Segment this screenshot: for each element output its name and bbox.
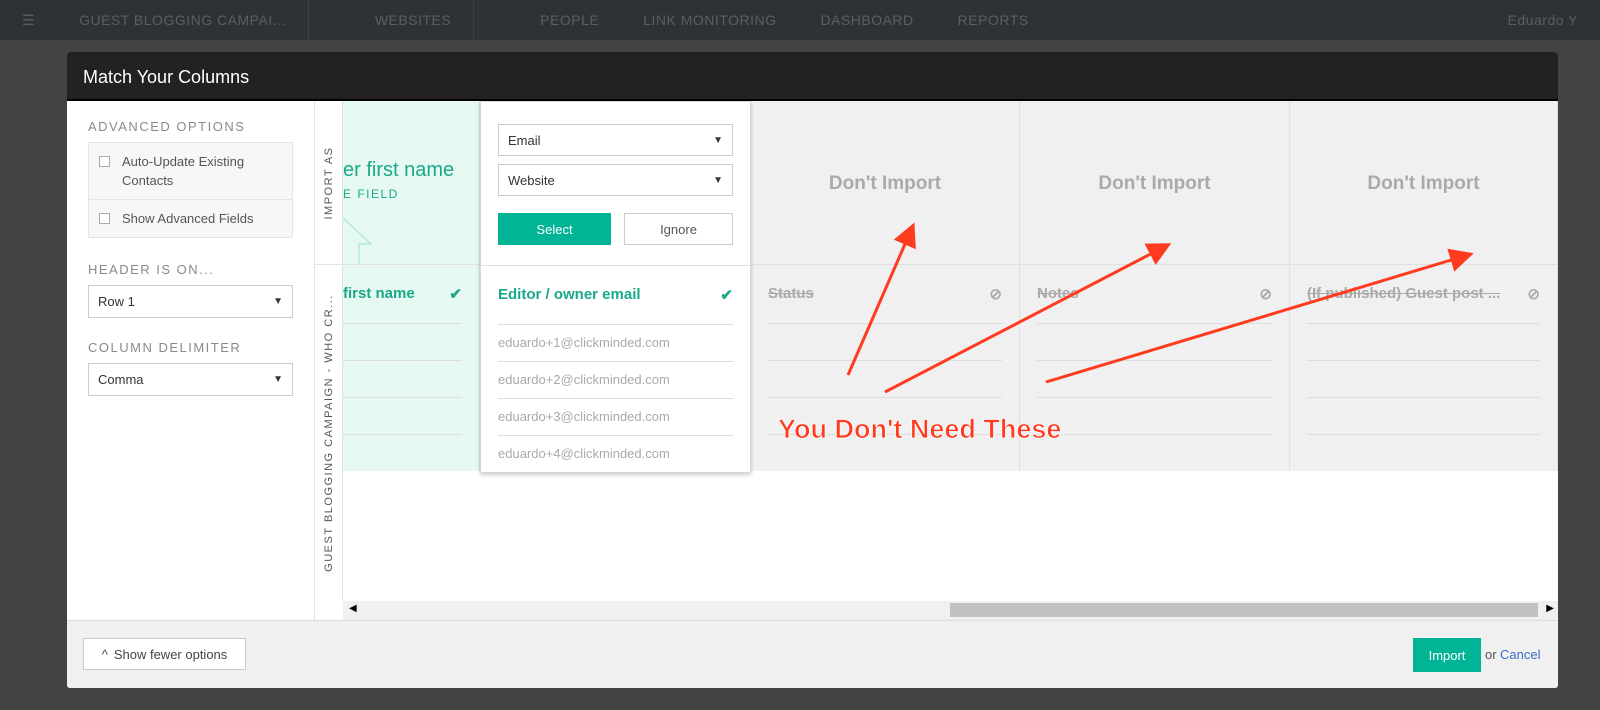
annotation-arrow xyxy=(846,222,916,376)
annotation-text: You Don't Need These xyxy=(778,414,1061,444)
annotation-arrow xyxy=(884,243,1172,394)
annotation-overlay: You Don't Need These xyxy=(778,222,1474,444)
